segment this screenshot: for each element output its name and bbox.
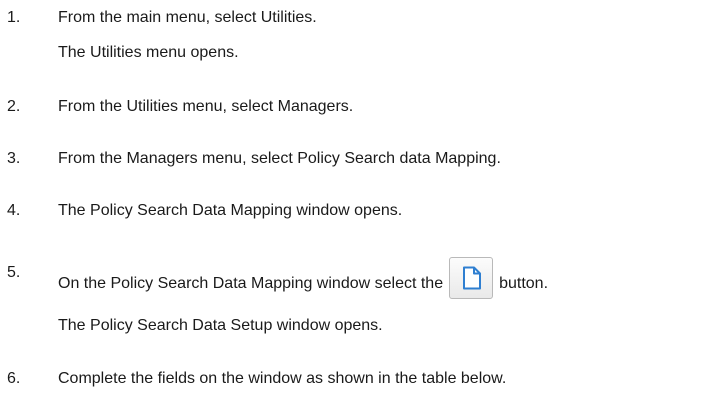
step-2-number: 2. <box>7 98 21 115</box>
step-6-text: Complete the fields on the window as sho… <box>58 370 507 387</box>
step-5-text-after: button. <box>499 275 549 293</box>
new-button[interactable] <box>449 257 494 299</box>
step-5-text-before: On the Policy Search Data Mapping window… <box>58 275 444 293</box>
step-3-text: From the Managers menu, select Policy Se… <box>58 150 501 167</box>
step-3-number: 3. <box>7 150 21 167</box>
step-1-number: 1. <box>7 9 21 26</box>
step-1-text: From the main menu, select Utilities. <box>58 9 317 26</box>
step-1-result: The Utilities menu opens. <box>58 44 239 61</box>
step-6-number: 6. <box>7 370 21 387</box>
step-5-line: On the Policy Search Data Mapping window… <box>58 257 549 305</box>
new-document-icon <box>463 266 482 290</box>
step-5-number: 5. <box>7 264 21 281</box>
step-4-number: 4. <box>7 202 21 219</box>
step-5-result: The Policy Search Data Setup window open… <box>58 317 383 334</box>
step-2-text: From the Utilities menu, select Managers… <box>58 98 354 115</box>
step-4-text: The Policy Search Data Mapping window op… <box>58 202 403 219</box>
instruction-document: 1. From the main menu, select Utilities.… <box>0 0 710 406</box>
